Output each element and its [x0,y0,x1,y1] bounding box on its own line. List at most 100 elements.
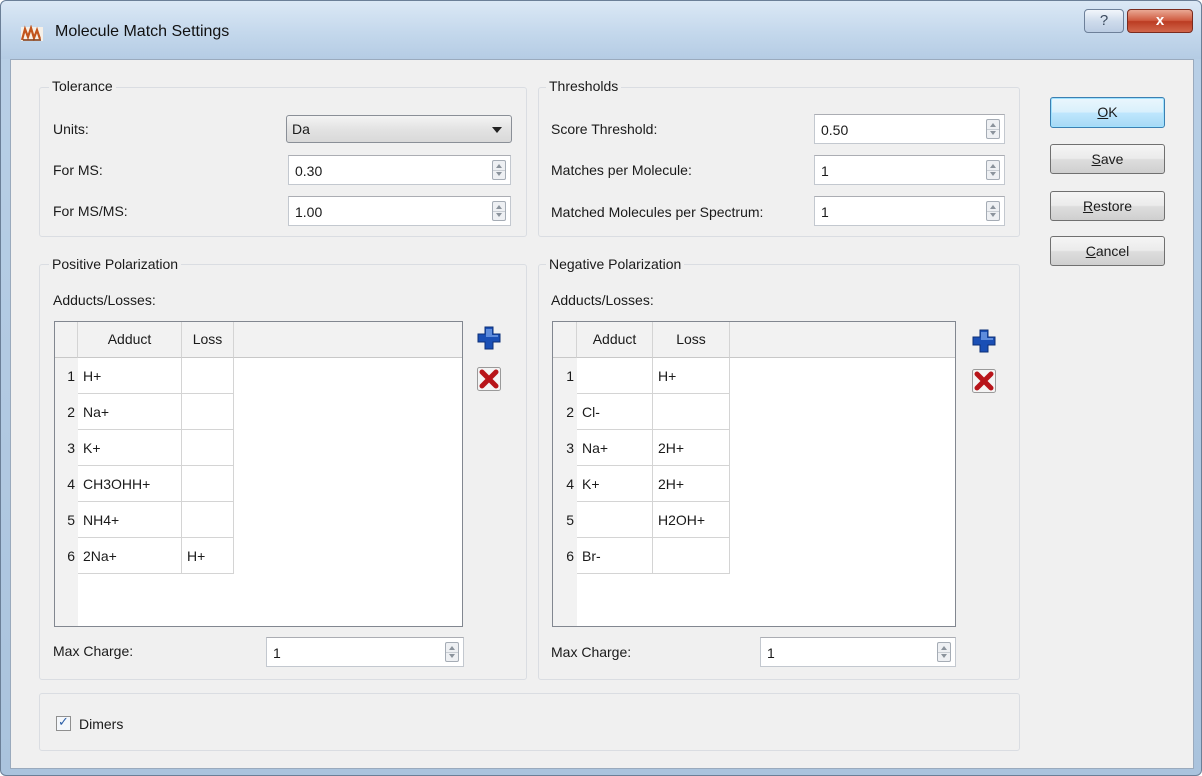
add-adduct-negative-button[interactable] [972,329,996,353]
save-button[interactable]: Save [1050,144,1165,174]
remove-adduct-negative-button[interactable] [972,369,996,393]
for-msms-value: 1.00 [295,204,323,220]
row-number[interactable]: 5 [55,502,78,538]
for-msms-label: For MS/MS: [53,203,128,219]
dimers-label[interactable]: Dimers [79,716,123,732]
loss-cell[interactable] [182,466,234,502]
adduct-cell[interactable]: H+ [78,358,182,394]
negative-group-title: Negative Polarization [546,256,685,272]
for-ms-spinbox[interactable]: 0.30 [288,155,511,185]
row-number[interactable]: 4 [553,466,577,502]
adduct-cell[interactable]: Br- [577,538,653,574]
help-button[interactable]: ? [1084,9,1124,33]
loss-cell[interactable] [182,430,234,466]
thresholds-group-title: Thresholds [546,78,622,94]
row-number[interactable]: 5 [553,502,577,538]
row-number[interactable]: 4 [55,466,78,502]
adduct-cell[interactable]: CH3OHH+ [78,466,182,502]
close-button[interactable]: x [1127,9,1193,33]
for-ms-label: For MS: [53,162,103,178]
score-threshold-value: 0.50 [821,122,849,138]
chevron-down-icon [492,127,502,133]
window-title: Molecule Match Settings [55,23,230,40]
spin-buttons[interactable] [986,119,1000,139]
tolerance-group-title: Tolerance [49,78,116,94]
spin-buttons[interactable] [445,642,459,662]
loss-cell[interactable] [182,394,234,430]
loss-cell[interactable]: 2H+ [653,466,730,502]
loss-cell[interactable]: H+ [653,358,730,394]
spin-buttons[interactable] [937,642,951,662]
loss-cell[interactable] [182,502,234,538]
positive-adducts-table[interactable]: Adduct Loss 1 H+ 2 Na+ 3 K+ 4 CH3OHH+ 5 … [54,321,463,627]
dialog-client-area: Tolerance Units: Da For MS: 0.30 For MS/… [10,59,1194,769]
adduct-cell[interactable]: Na+ [577,430,653,466]
loss-cell[interactable] [653,394,730,430]
checkmark-icon: ✓ [58,714,69,729]
matches-per-molecule-spinbox[interactable]: 1 [814,155,1005,185]
row-number[interactable]: 1 [55,358,78,394]
add-adduct-positive-button[interactable] [477,326,501,350]
table-corner [55,322,78,358]
units-value: Da [292,121,310,137]
restore-button[interactable]: Restore [1050,191,1165,221]
row-number[interactable]: 2 [553,394,577,430]
loss-cell[interactable] [182,358,234,394]
close-icon: x [1155,12,1165,29]
row-number[interactable]: 6 [553,538,577,574]
row-number[interactable]: 6 [55,538,78,574]
for-ms-value: 0.30 [295,163,323,179]
adduct-cell[interactable]: K+ [78,430,182,466]
for-msms-spinbox[interactable]: 1.00 [288,196,511,226]
loss-cell[interactable]: H2OH+ [653,502,730,538]
adduct-cell[interactable]: Na+ [78,394,182,430]
dimers-checkbox[interactable]: ✓ [56,714,71,731]
matched-molecules-label: Matched Molecules per Spectrum: [551,204,764,220]
score-threshold-label: Score Threshold: [551,121,658,137]
matches-per-molecule-value: 1 [821,163,829,179]
column-header-loss[interactable]: Loss [653,322,730,358]
cancel-button[interactable]: Cancel [1050,236,1165,266]
positive-max-charge-label: Max Charge: [53,643,134,659]
matched-molecules-value: 1 [821,204,829,220]
negative-max-charge-spinbox[interactable]: 1 [760,637,956,667]
adduct-cell[interactable] [577,502,653,538]
spin-buttons[interactable] [986,160,1000,180]
matched-molecules-spinbox[interactable]: 1 [814,196,1005,226]
adduct-cell[interactable]: 2Na+ [78,538,182,574]
dialog-window: Molecule Match Settings ? x Tolerance Un… [0,0,1202,776]
dimers-group [39,693,1020,751]
spin-buttons[interactable] [492,160,506,180]
app-icon [21,25,43,41]
spin-buttons[interactable] [986,201,1000,221]
loss-cell[interactable]: 2H+ [653,430,730,466]
row-number[interactable]: 1 [553,358,577,394]
score-threshold-spinbox[interactable]: 0.50 [814,114,1005,144]
negative-adducts-label: Adducts/Losses: [551,292,654,308]
row-number[interactable]: 3 [55,430,78,466]
adduct-cell[interactable]: Cl- [577,394,653,430]
positive-max-charge-spinbox[interactable]: 1 [266,637,464,667]
units-dropdown[interactable]: Da [286,115,512,143]
negative-adducts-table[interactable]: Adduct Loss 1 H+ 2 Cl- 3 Na+ 2H+ 4 K+ 2H… [552,321,956,627]
adduct-cell[interactable] [577,358,653,394]
remove-adduct-positive-button[interactable] [477,367,501,391]
loss-cell[interactable] [653,538,730,574]
column-header-loss[interactable]: Loss [182,322,234,358]
adduct-cell[interactable]: NH4+ [78,502,182,538]
row-number[interactable]: 2 [55,394,78,430]
positive-group-title: Positive Polarization [49,256,182,272]
ok-button[interactable]: OK [1050,97,1165,128]
positive-adducts-label: Adducts/Losses: [53,292,156,308]
column-header-adduct[interactable]: Adduct [78,322,182,358]
adduct-cell[interactable]: K+ [577,466,653,502]
loss-cell[interactable]: H+ [182,538,234,574]
negative-max-charge-label: Max Charge: [551,644,632,660]
column-header-adduct[interactable]: Adduct [577,322,653,358]
negative-max-charge-value: 1 [767,645,775,661]
matches-per-molecule-label: Matches per Molecule: [551,162,692,178]
spin-buttons[interactable] [492,201,506,221]
positive-max-charge-value: 1 [273,645,281,661]
row-number[interactable]: 3 [553,430,577,466]
units-label: Units: [53,121,89,137]
